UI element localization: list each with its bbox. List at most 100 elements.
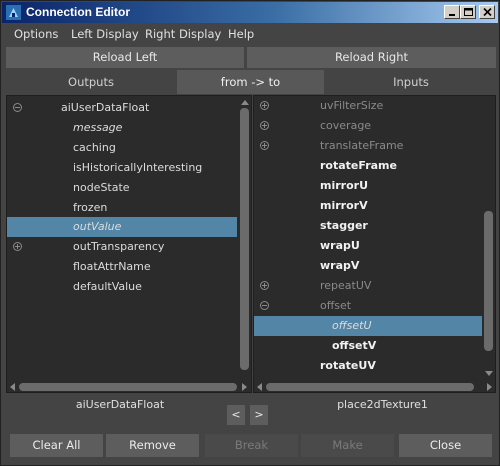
connection-editor-window: Connection Editor Options Left Display R… bbox=[0, 0, 500, 466]
list-item[interactable]: rotateFrame bbox=[254, 156, 483, 176]
list-item[interactable]: caching bbox=[7, 138, 237, 158]
list-item[interactable]: wrapU bbox=[254, 236, 483, 256]
reload-right-button[interactable]: Reload Right bbox=[247, 47, 496, 68]
item-label: caching bbox=[73, 141, 116, 154]
left-vertical-scrollbar[interactable] bbox=[238, 96, 251, 380]
window-title: Connection Editor bbox=[26, 5, 130, 19]
right-node-name: place2dTexture1 bbox=[337, 398, 428, 411]
list-item[interactable]: frozen bbox=[7, 198, 237, 218]
scroll-thumb[interactable] bbox=[484, 211, 493, 351]
title-bar[interactable]: Connection Editor bbox=[2, 2, 498, 23]
list-item[interactable]: mirrorV bbox=[254, 196, 483, 216]
list-item[interactable]: repeatUV bbox=[254, 276, 483, 296]
collapse-icon[interactable] bbox=[260, 301, 269, 310]
scroll-down-icon[interactable] bbox=[485, 371, 493, 376]
item-label: aiUserDataFloat bbox=[61, 101, 150, 114]
collapse-icon[interactable] bbox=[13, 103, 22, 112]
item-label: stagger bbox=[320, 219, 368, 232]
item-label: mirrorU bbox=[320, 179, 368, 192]
list-item-selected[interactable]: outValue bbox=[7, 217, 237, 237]
close-window-button[interactable] bbox=[479, 5, 495, 19]
tab-outputs[interactable]: Outputs bbox=[6, 70, 176, 94]
tab-row: Outputs from -> to Inputs bbox=[6, 70, 496, 94]
menu-options[interactable]: Options bbox=[14, 27, 58, 41]
next-node-button[interactable]: > bbox=[250, 405, 268, 425]
item-label: nodeState bbox=[73, 181, 130, 194]
list-item[interactable]: coverage bbox=[254, 116, 483, 136]
list-item[interactable]: nodeState bbox=[7, 178, 237, 198]
item-label: defaultValue bbox=[73, 280, 142, 293]
item-label: message bbox=[73, 121, 123, 134]
scroll-left-icon[interactable] bbox=[257, 383, 262, 391]
scroll-thumb[interactable] bbox=[240, 108, 249, 370]
previous-node-button[interactable]: < bbox=[227, 405, 245, 425]
item-label: translateFrame bbox=[320, 139, 404, 152]
right-attribute-list: uvFilterSize coverage translateFrame rot… bbox=[253, 95, 496, 393]
app-icon bbox=[6, 5, 21, 20]
menu-bar: Options Left Display Right Display Help bbox=[2, 23, 498, 44]
scroll-thumb[interactable] bbox=[19, 383, 237, 391]
list-item[interactable]: floatAttrName bbox=[7, 257, 237, 277]
list-item[interactable]: mirrorU bbox=[254, 176, 483, 196]
maximize-button[interactable] bbox=[460, 5, 476, 19]
item-label: offsetV bbox=[332, 339, 377, 352]
scroll-thumb[interactable] bbox=[266, 383, 474, 391]
list-item[interactable]: translateFrame bbox=[254, 136, 483, 156]
make-button[interactable]: Make bbox=[301, 434, 394, 457]
list-item[interactable]: aiUserDataFloat bbox=[7, 98, 237, 118]
scroll-up-icon[interactable] bbox=[241, 100, 249, 105]
list-item[interactable]: defaultValue bbox=[7, 277, 237, 297]
tab-from-to[interactable]: from -> to bbox=[177, 70, 324, 94]
left-horizontal-scrollbar[interactable] bbox=[7, 380, 251, 392]
expand-icon[interactable] bbox=[13, 242, 22, 251]
list-item[interactable]: outTransparency bbox=[7, 237, 237, 257]
list-item[interactable]: offsetV bbox=[254, 336, 483, 356]
item-label: floatAttrName bbox=[73, 260, 151, 273]
item-label: offset bbox=[320, 299, 352, 312]
item-label: outTransparency bbox=[73, 240, 165, 253]
expand-icon[interactable] bbox=[260, 141, 269, 150]
expand-icon[interactable] bbox=[260, 281, 269, 290]
menu-right-display[interactable]: Right Display bbox=[145, 27, 221, 41]
item-label: repeatUV bbox=[320, 279, 372, 292]
item-label: wrapU bbox=[320, 239, 360, 252]
minimize-button[interactable] bbox=[444, 5, 460, 19]
close-button[interactable]: Close bbox=[399, 434, 492, 457]
list-item[interactable]: message bbox=[7, 118, 237, 138]
clear-all-button[interactable]: Clear All bbox=[10, 434, 103, 457]
item-label: offsetU bbox=[332, 319, 372, 332]
list-item[interactable]: isHistoricallyInteresting bbox=[7, 158, 237, 178]
scroll-right-icon[interactable] bbox=[487, 383, 492, 391]
remove-button[interactable]: Remove bbox=[106, 434, 199, 457]
close-icon bbox=[483, 8, 492, 17]
scroll-right-icon[interactable] bbox=[242, 383, 247, 391]
item-label: mirrorV bbox=[320, 199, 368, 212]
list-item-selected[interactable]: offsetU bbox=[254, 316, 483, 336]
expand-icon[interactable] bbox=[260, 121, 269, 130]
item-label: isHistoricallyInteresting bbox=[73, 161, 203, 174]
menu-left-display[interactable]: Left Display bbox=[71, 27, 139, 41]
item-label: rotateUV bbox=[320, 359, 376, 372]
menu-help[interactable]: Help bbox=[228, 27, 254, 41]
expand-icon[interactable] bbox=[260, 101, 269, 110]
break-button[interactable]: Break bbox=[205, 434, 298, 457]
left-attribute-list: aiUserDataFloat message caching isHistor… bbox=[6, 95, 252, 393]
minimize-icon bbox=[449, 14, 455, 16]
list-item[interactable]: uvFilterSize bbox=[254, 96, 483, 116]
tab-inputs[interactable]: Inputs bbox=[326, 70, 496, 94]
scroll-left-icon[interactable] bbox=[10, 383, 15, 391]
list-item[interactable]: offset bbox=[254, 296, 483, 316]
item-label: uvFilterSize bbox=[320, 99, 384, 112]
item-label: wrapV bbox=[320, 259, 360, 272]
item-label: outValue bbox=[73, 220, 122, 233]
item-label: frozen bbox=[73, 201, 108, 214]
list-item[interactable]: rotateUV bbox=[254, 356, 483, 376]
list-item[interactable]: stagger bbox=[254, 216, 483, 236]
maximize-icon bbox=[464, 8, 473, 16]
item-label: rotateFrame bbox=[320, 159, 397, 172]
right-vertical-scrollbar[interactable] bbox=[482, 96, 495, 380]
item-label: coverage bbox=[320, 119, 372, 132]
list-item[interactable]: wrapV bbox=[254, 256, 483, 276]
right-horizontal-scrollbar[interactable] bbox=[254, 380, 495, 392]
reload-left-button[interactable]: Reload Left bbox=[6, 47, 244, 68]
